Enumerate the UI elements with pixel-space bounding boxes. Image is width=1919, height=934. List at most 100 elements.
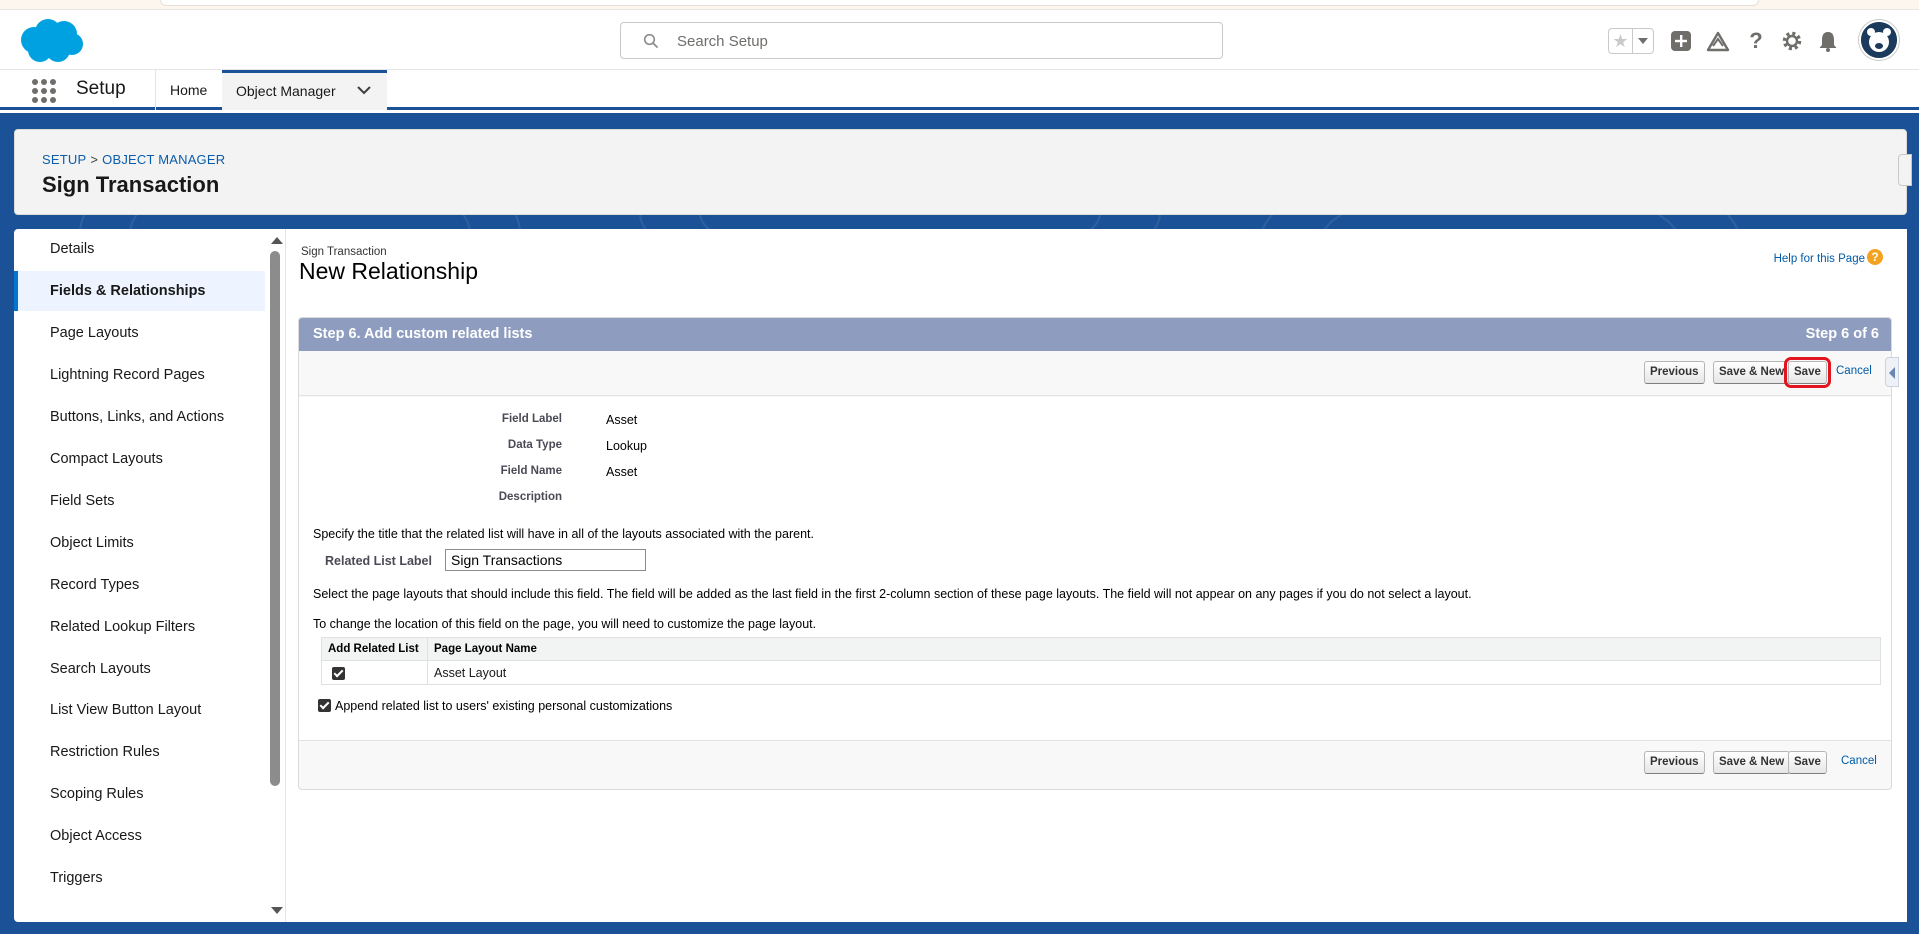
field-name-value: Asset — [606, 465, 638, 479]
salesforce-cloud-logo[interactable] — [18, 18, 84, 64]
breadcrumb: SETUP > OBJECT MANAGER — [42, 152, 225, 167]
save-button[interactable]: Save — [1784, 357, 1831, 388]
object-label: Sign Transaction — [301, 246, 387, 258]
location-instructions: To change the location of this field on … — [313, 617, 817, 631]
main-content: Sign Transaction New Relationship Help f… — [285, 229, 1907, 922]
top-button-row: Previous Save & New Save Cancel — [299, 351, 1891, 396]
previous-button[interactable]: Previous — [1644, 361, 1705, 384]
field-row-field-label: Field Label Asset — [299, 411, 1891, 431]
app-navigation: Setup Home Object Manager — [0, 70, 1919, 110]
related-list-label-input[interactable] — [445, 549, 646, 571]
step-panel: Step 6. Add custom related lists Step 6 … — [298, 317, 1892, 790]
breadcrumb-object-manager[interactable]: OBJECT MANAGER — [102, 152, 225, 167]
page-title: Sign Transaction — [42, 172, 220, 197]
bottom-button-row: Previous Save & New Save Cancel — [299, 740, 1891, 785]
table-header-row: Add Related List Page Layout Name — [321, 637, 1881, 661]
sidebar-item-related-lookup-filters[interactable]: Related Lookup Filters — [14, 607, 265, 647]
field-row-description: Description — [299, 489, 1891, 509]
save-and-new-button[interactable]: Save & New — [1713, 751, 1791, 774]
add-related-list-checkbox[interactable] — [332, 666, 345, 680]
sidebar-item-triggers[interactable]: Triggers — [14, 858, 265, 898]
field-row-data-type: Data Type Lookup — [299, 437, 1891, 457]
chevron-down-icon[interactable] — [357, 86, 371, 95]
field-label-value: Asset — [606, 413, 638, 427]
step-counter: Step 6 of 6 — [1805, 326, 1879, 342]
sidebar-item-page-layouts[interactable]: Page Layouts — [14, 313, 265, 353]
gear-icon[interactable] — [1779, 28, 1805, 54]
sidebar-item-buttons-links-actions[interactable]: Buttons, Links, and Actions — [14, 397, 265, 437]
favorites-dropdown[interactable] — [1633, 29, 1653, 53]
scroll-up-arrow[interactable] — [271, 237, 283, 244]
search-icon — [643, 33, 658, 48]
description-label: Description — [498, 491, 562, 503]
avatar[interactable] — [1859, 20, 1899, 60]
field-row-field-name: Field Name Asset — [299, 463, 1891, 483]
sidebar-item-details[interactable]: Details — [14, 229, 265, 269]
field-name-label: Field Name — [500, 465, 562, 477]
sidebar-scrollbar[interactable] — [265, 229, 285, 922]
data-type-label: Data Type — [507, 439, 562, 451]
sidebar-item-search-layouts[interactable]: Search Layouts — [14, 649, 265, 689]
help-icon[interactable]: ? — [1867, 249, 1883, 265]
append-related-list-row: Append related list to users' existing p… — [318, 699, 672, 713]
tab-home[interactable]: Home — [156, 70, 221, 110]
favorites-group: ★ — [1608, 28, 1654, 54]
cancel-link[interactable]: Cancel — [1836, 365, 1872, 377]
search-setup-input[interactable] — [677, 29, 1197, 53]
previous-button[interactable]: Previous — [1644, 751, 1705, 774]
sidebar-item-compact-layouts[interactable]: Compact Layouts — [14, 439, 265, 479]
sidebar-item-field-sets[interactable]: Field Sets — [14, 481, 265, 521]
object-manager-sidebar: Details Fields & Relationships Page Layo… — [14, 229, 285, 922]
collapse-panel-tab[interactable] — [1885, 357, 1899, 387]
sidebar-item-restriction-rules[interactable]: Restriction Rules — [14, 732, 265, 772]
tab-object-manager-label: Object Manager — [236, 83, 336, 99]
sidebar-item-fields-relationships[interactable]: Fields & Relationships — [14, 271, 265, 311]
cancel-link[interactable]: Cancel — [1841, 755, 1877, 767]
data-type-value: Lookup — [606, 439, 648, 453]
app-name: Setup — [76, 78, 126, 99]
breadcrumb-separator: > — [90, 152, 99, 167]
scrollbar-thumb[interactable] — [270, 251, 280, 786]
sidebar-item-lightning-record-pages[interactable]: Lightning Record Pages — [14, 355, 265, 395]
page-layout-name-cell: Asset Layout — [427, 660, 1881, 685]
search-setup-box[interactable] — [620, 22, 1223, 59]
help-for-this-page-link[interactable]: Help for this Page — [1774, 253, 1865, 265]
add-icon[interactable] — [1668, 28, 1694, 54]
sidebar-item-list-view-button-layout[interactable]: List View Button Layout — [14, 690, 265, 730]
step-title: Step 6. Add custom related lists — [313, 326, 533, 342]
related-list-label-label: Related List Label — [325, 554, 432, 568]
scroll-down-arrow[interactable] — [271, 907, 283, 914]
help-icon[interactable]: ? — [1743, 28, 1769, 54]
step-header: Step 6. Add custom related lists Step 6 … — [299, 318, 1891, 351]
layout-instructions: Select the page layouts that should incl… — [313, 587, 1472, 601]
bell-icon[interactable] — [1815, 28, 1841, 54]
sidebar-item-object-limits[interactable]: Object Limits — [14, 523, 265, 563]
col-add-related-list: Add Related List — [321, 637, 428, 661]
content-title: New Relationship — [299, 258, 478, 284]
side-panel-handle[interactable] — [1898, 154, 1912, 186]
sidebar-item-scoping-rules[interactable]: Scoping Rules — [14, 774, 265, 814]
star-icon[interactable]: ★ — [1609, 29, 1633, 53]
object-header: SETUP > OBJECT MANAGER Sign Transaction — [14, 129, 1912, 215]
top-strip-tab — [160, 0, 1759, 6]
table-row: Asset Layout — [321, 660, 1881, 685]
global-header: ★ ? — [0, 10, 1919, 70]
sidebar-item-record-types[interactable]: Record Types — [14, 565, 265, 605]
related-list-instructions: Specify the title that the related list … — [313, 527, 814, 541]
browser-top-strip — [0, 0, 1919, 10]
col-page-layout-name: Page Layout Name — [427, 637, 1881, 661]
sidebar-item-object-access[interactable]: Object Access — [14, 816, 265, 856]
append-related-list-label: Append related list to users' existing p… — [335, 699, 673, 713]
breadcrumb-setup[interactable]: SETUP — [42, 152, 86, 167]
field-label-label: Field Label — [501, 413, 562, 425]
append-related-list-checkbox[interactable] — [318, 699, 331, 712]
form-body: Field Label Asset Data Type Lookup Field… — [299, 397, 1891, 740]
page-layout-table: Add Related List Page Layout Name Asset … — [321, 637, 1881, 685]
tab-object-manager[interactable]: Object Manager — [222, 70, 387, 110]
save-button[interactable]: Save — [1788, 751, 1827, 774]
chevron-down-icon — [1638, 38, 1648, 44]
add-related-list-cell — [321, 660, 428, 685]
save-and-new-button[interactable]: Save & New — [1713, 361, 1791, 384]
trailhead-icon[interactable] — [1705, 28, 1731, 54]
app-launcher-icon[interactable] — [32, 79, 56, 103]
